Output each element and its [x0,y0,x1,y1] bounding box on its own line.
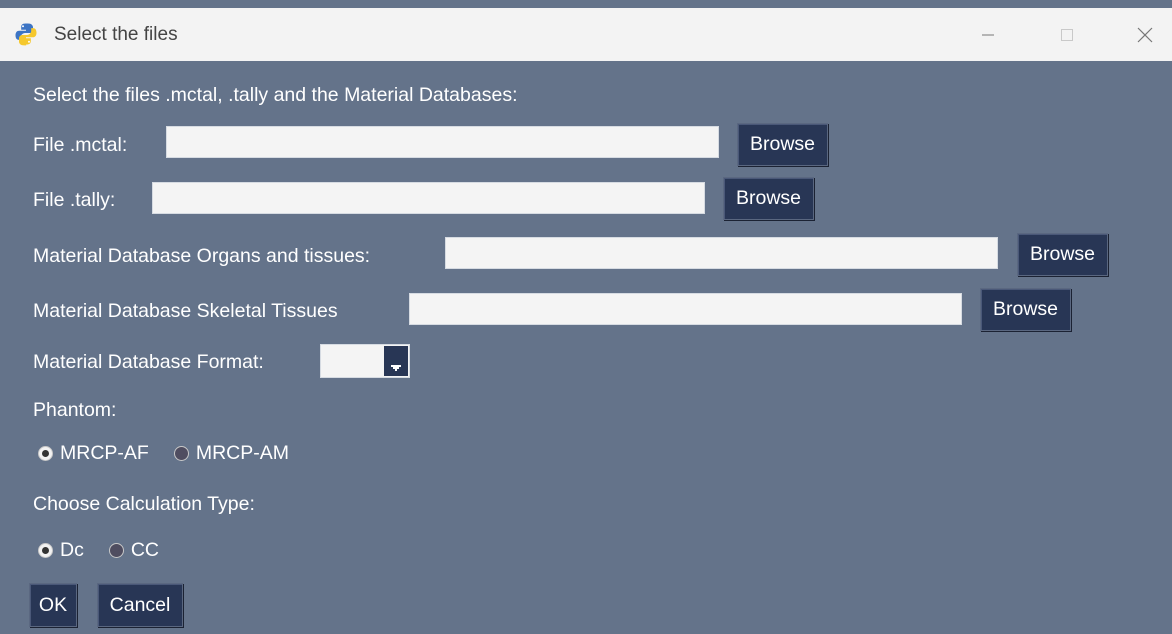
skeletal-db-label: Material Database Skeletal Tissues [33,300,338,322]
dialog-window: Select the files Select the files .mctal… [0,0,1172,634]
minimize-icon [981,28,995,42]
radio-mrcp-am-label[interactable]: MRCP-AM [196,442,289,465]
window-title: Select the files [54,24,178,45]
phantom-options: MRCP-AF MRCP-AM [38,442,289,465]
maximize-icon [1060,28,1074,42]
radio-cc[interactable] [108,543,124,558]
radio-dc[interactable] [38,543,53,558]
cancel-button[interactable]: Cancel [97,583,183,627]
mctal-label: File .mctal: [33,134,128,156]
title-bar: Select the files [0,8,1172,61]
browse-mctal-button[interactable]: Browse [737,123,828,166]
organs-db-path-input[interactable] [445,237,998,269]
radio-mrcp-af[interactable] [38,446,53,461]
radio-cc-label[interactable]: CC [131,539,159,562]
dialog-content: Select the files .mctal, .tally and the … [0,61,1172,634]
phantom-label: Phantom: [33,399,117,421]
browse-tally-button[interactable]: Browse [723,177,814,220]
chevron-down-icon[interactable] [384,346,408,376]
radio-mrcp-am[interactable] [173,446,189,461]
format-select[interactable] [320,344,410,378]
browse-skeletal-db-button[interactable]: Browse [980,288,1071,331]
mctal-path-input[interactable] [166,126,719,158]
minimize-button[interactable] [965,8,1011,61]
close-button[interactable] [1122,8,1168,61]
close-icon [1137,27,1153,43]
browse-organs-db-button[interactable]: Browse [1017,233,1108,276]
ok-button[interactable]: OK [29,583,77,627]
python-icon [14,22,38,46]
tally-path-input[interactable] [152,182,705,214]
organs-db-label: Material Database Organs and tissues: [33,245,371,267]
skeletal-db-path-input[interactable] [409,293,962,325]
maximize-button[interactable] [1044,8,1090,61]
tally-label: File .tally: [33,189,116,211]
intro-text: Select the files .mctal, .tally and the … [33,84,518,106]
calc-type-label: Choose Calculation Type: [33,493,255,515]
calc-type-options: Dc CC [38,539,159,562]
radio-mrcp-af-label[interactable]: MRCP-AF [60,442,149,465]
format-label: Material Database Format: [33,351,264,373]
radio-dc-label[interactable]: Dc [60,539,84,562]
